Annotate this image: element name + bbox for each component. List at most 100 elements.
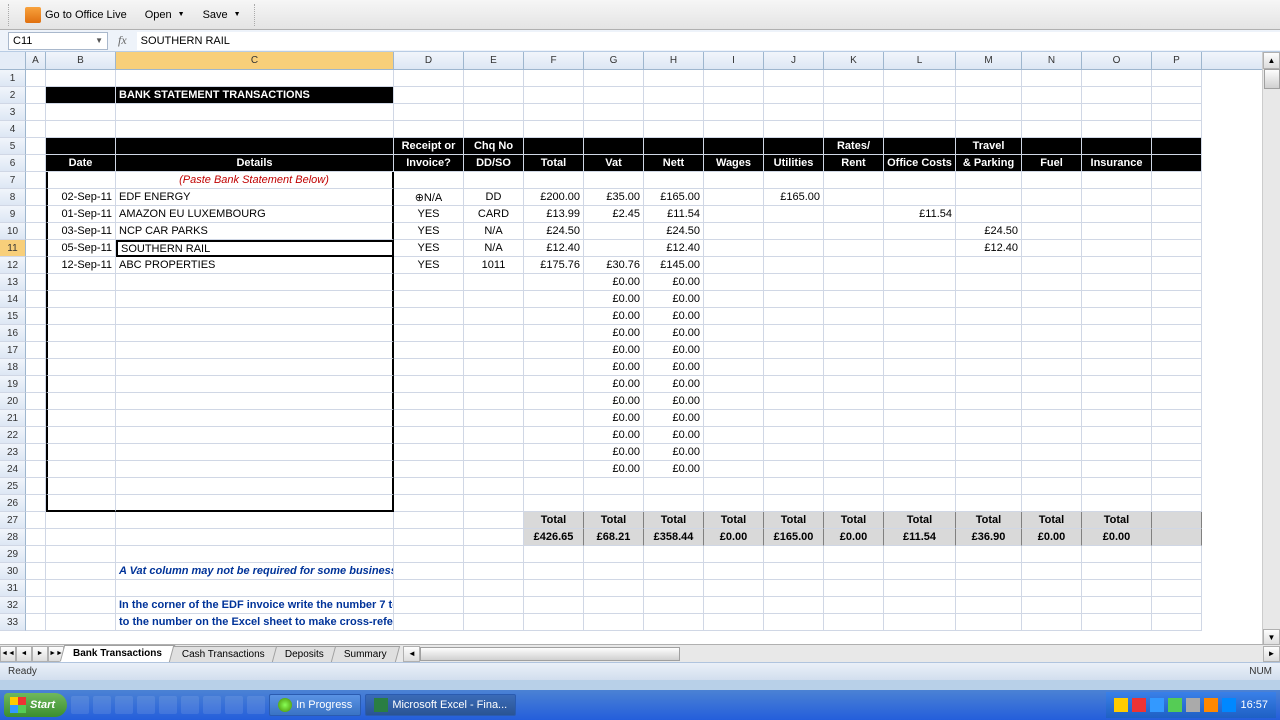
cell[interactable]	[704, 410, 764, 427]
row-header[interactable]: 2	[0, 87, 26, 104]
cell[interactable]	[884, 478, 956, 495]
cell[interactable]: Insurance	[1082, 155, 1152, 172]
cell[interactable]	[1152, 359, 1202, 376]
cell[interactable]	[1022, 325, 1082, 342]
cell[interactable]	[704, 427, 764, 444]
cell[interactable]	[1082, 614, 1152, 631]
cell[interactable]	[524, 359, 584, 376]
cell[interactable]: £24.50	[644, 223, 704, 240]
cell[interactable]: £0.00	[644, 461, 704, 478]
row-header[interactable]: 25	[0, 478, 26, 495]
col-header[interactable]: N	[1022, 52, 1082, 69]
cell[interactable]	[464, 325, 524, 342]
cell[interactable]	[884, 410, 956, 427]
cell[interactable]	[1022, 291, 1082, 308]
cell[interactable]: £165.00	[764, 189, 824, 206]
cell[interactable]	[584, 563, 644, 580]
cell[interactable]: Total	[764, 512, 824, 529]
cell[interactable]	[584, 172, 644, 189]
cell[interactable]	[1152, 478, 1202, 495]
cell[interactable]	[764, 138, 824, 155]
cell[interactable]	[884, 257, 956, 274]
cell[interactable]	[524, 342, 584, 359]
cell[interactable]	[46, 495, 116, 512]
cell[interactable]	[956, 325, 1022, 342]
cell[interactable]	[764, 580, 824, 597]
cell[interactable]	[26, 444, 46, 461]
cell[interactable]	[116, 308, 394, 325]
cell[interactable]: 1011	[464, 257, 524, 274]
cell[interactable]: £68.21	[584, 529, 644, 546]
cell[interactable]	[704, 359, 764, 376]
cell-details[interactable]: AMAZON EU LUXEMBOURG	[116, 206, 394, 223]
cell[interactable]	[704, 223, 764, 240]
cell[interactable]	[524, 461, 584, 478]
cell[interactable]	[26, 393, 46, 410]
cell[interactable]: Receipt or	[394, 138, 464, 155]
cell[interactable]	[1152, 393, 1202, 410]
note-line[interactable]: to the number on the Excel sheet to make…	[116, 614, 394, 631]
cell[interactable]	[524, 121, 584, 138]
row-header[interactable]: 18	[0, 359, 26, 376]
cell[interactable]	[1082, 478, 1152, 495]
cell[interactable]	[46, 546, 116, 563]
cell[interactable]	[644, 87, 704, 104]
cell[interactable]	[1152, 274, 1202, 291]
cell[interactable]	[956, 563, 1022, 580]
cell[interactable]	[884, 563, 956, 580]
cell[interactable]	[1082, 189, 1152, 206]
cell[interactable]	[26, 70, 46, 87]
vat-note[interactable]: A Vat column may not be required for som…	[116, 563, 394, 580]
cell[interactable]	[524, 291, 584, 308]
cell[interactable]: £426.65	[524, 529, 584, 546]
cell[interactable]	[584, 70, 644, 87]
cell[interactable]	[956, 393, 1022, 410]
cell[interactable]	[1152, 70, 1202, 87]
cell[interactable]	[1082, 461, 1152, 478]
cell[interactable]	[764, 274, 824, 291]
cell[interactable]	[464, 597, 524, 614]
cell[interactable]	[1082, 597, 1152, 614]
quick-launch-icon[interactable]	[225, 696, 243, 714]
cell[interactable]	[956, 546, 1022, 563]
cell[interactable]	[1152, 546, 1202, 563]
cell[interactable]	[704, 206, 764, 223]
row-header[interactable]: 13	[0, 274, 26, 291]
cell-details[interactable]: EDF ENERGY	[116, 189, 394, 206]
cell[interactable]	[764, 495, 824, 512]
cell[interactable]	[394, 325, 464, 342]
cell[interactable]	[956, 172, 1022, 189]
cell[interactable]	[464, 529, 524, 546]
cell[interactable]	[116, 325, 394, 342]
cell[interactable]	[1022, 427, 1082, 444]
cell[interactable]	[464, 478, 524, 495]
cell[interactable]	[884, 614, 956, 631]
cell[interactable]	[116, 138, 394, 155]
cell[interactable]	[824, 172, 884, 189]
cell[interactable]	[1152, 104, 1202, 121]
cell[interactable]: Date	[46, 155, 116, 172]
cell[interactable]: £0.00	[584, 427, 644, 444]
cell[interactable]	[824, 614, 884, 631]
cell[interactable]	[116, 461, 394, 478]
cell[interactable]: Total	[644, 512, 704, 529]
cell[interactable]	[46, 427, 116, 444]
cell[interactable]	[46, 376, 116, 393]
cell[interactable]: £0.00	[644, 393, 704, 410]
cell[interactable]	[1152, 257, 1202, 274]
cell[interactable]	[1022, 121, 1082, 138]
cell[interactable]	[46, 70, 116, 87]
cell[interactable]: £0.00	[704, 529, 764, 546]
cell[interactable]	[764, 87, 824, 104]
scroll-up-button[interactable]: ▲	[1263, 52, 1280, 69]
cell[interactable]	[26, 121, 46, 138]
cell[interactable]: YES	[394, 240, 464, 257]
row-header[interactable]: 19	[0, 376, 26, 393]
cell[interactable]	[46, 529, 116, 546]
cell[interactable]	[464, 308, 524, 325]
cell[interactable]	[644, 121, 704, 138]
cell[interactable]	[464, 614, 524, 631]
cell[interactable]	[764, 70, 824, 87]
row-header[interactable]: 5	[0, 138, 26, 155]
cell[interactable]	[1082, 308, 1152, 325]
